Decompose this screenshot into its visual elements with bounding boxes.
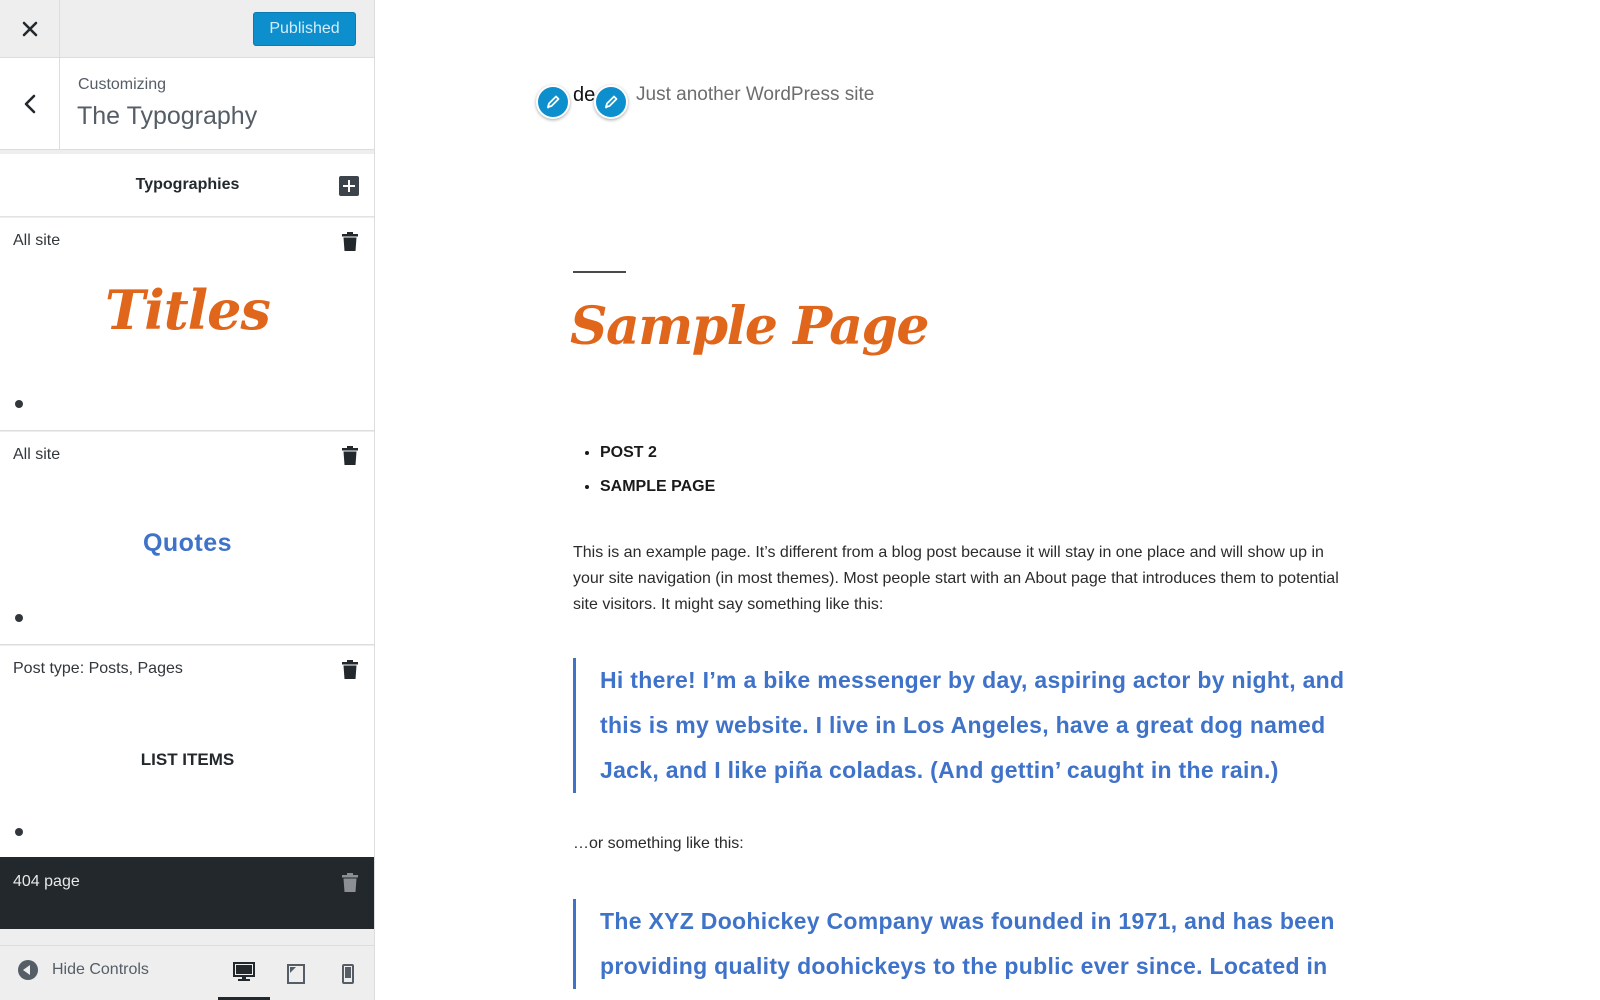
add-typography-button[interactable] [339, 176, 359, 196]
page-title: Sample Page [570, 296, 929, 357]
typography-card-active[interactable]: 404 page [0, 857, 374, 929]
page-menu: POST 2 SAMPLE PAGE [600, 436, 715, 504]
site-description: Just another WordPress site [636, 84, 875, 105]
customizer-footer: Hide Controls [0, 945, 374, 1000]
site-preview: de Just another WordPress site Sample Pa… [376, 0, 1600, 1000]
close-button[interactable] [0, 0, 60, 58]
preview-tablet-button[interactable] [270, 946, 322, 1000]
pencil-icon [547, 95, 560, 109]
edit-site-title-button[interactable] [536, 85, 570, 119]
bullet-dot [15, 828, 23, 836]
menu-item-sample-page[interactable]: SAMPLE PAGE [600, 470, 715, 504]
typography-location: All site [13, 446, 61, 463]
close-icon [22, 21, 37, 37]
preview-desktop-button[interactable] [218, 946, 270, 1000]
desktop-icon [233, 961, 255, 981]
edit-site-description-button[interactable] [594, 85, 628, 119]
trash-icon[interactable] [341, 232, 359, 252]
trash-icon[interactable] [341, 446, 359, 466]
typography-card[interactable]: All site Quotes [0, 432, 374, 645]
typography-location: 404 page [13, 873, 80, 890]
typography-card[interactable]: Post type: Posts, Pages LIST ITEMS [0, 646, 374, 859]
section-title: The Typography [77, 102, 258, 130]
bullet-dot [15, 400, 23, 408]
typographies-title: Typographies [135, 176, 240, 193]
tablet-icon [287, 963, 305, 984]
collapse-arrow-icon [18, 960, 38, 980]
title-divider [573, 271, 626, 273]
chevron-left-icon [24, 94, 35, 114]
paragraph: …or something like this: [573, 835, 744, 852]
typography-location: Post type: Posts, Pages [13, 660, 183, 677]
customizer-sidebar: Published Customizing The Typography Typ… [0, 0, 375, 1000]
hide-controls-button[interactable]: Hide Controls [18, 960, 149, 980]
publish-button[interactable]: Published [253, 12, 356, 46]
mobile-icon [342, 963, 354, 984]
preview-mobile-button[interactable] [322, 946, 374, 1000]
section-subtitle: Customizing [78, 76, 167, 93]
bullet-dot [15, 614, 23, 622]
site-title[interactable]: de [573, 84, 595, 107]
trash-icon[interactable] [341, 660, 359, 680]
trash-icon[interactable] [341, 873, 359, 893]
typography-location: All site [13, 232, 61, 249]
typography-preview: LIST ITEMS [140, 750, 235, 769]
section-header: Customizing The Typography [0, 58, 374, 150]
menu-item-post-2[interactable]: POST 2 [600, 436, 715, 470]
typographies-header: Typographies [0, 154, 374, 217]
blockquote: Hi there! I’m a bike messenger by day, a… [573, 658, 1363, 793]
back-button[interactable] [0, 58, 60, 150]
intro-paragraph: This is an example page. It’s different … [573, 544, 1339, 613]
typography-card[interactable]: All site Titles [0, 218, 374, 431]
pencil-icon [605, 95, 618, 109]
customizer-header: Published [0, 0, 374, 58]
typography-preview: Titles [105, 278, 271, 342]
hide-controls-label: Hide Controls [52, 961, 149, 978]
typography-preview: Quotes [142, 529, 233, 557]
blockquote: The XYZ Doohickey Company was founded in… [573, 899, 1363, 989]
